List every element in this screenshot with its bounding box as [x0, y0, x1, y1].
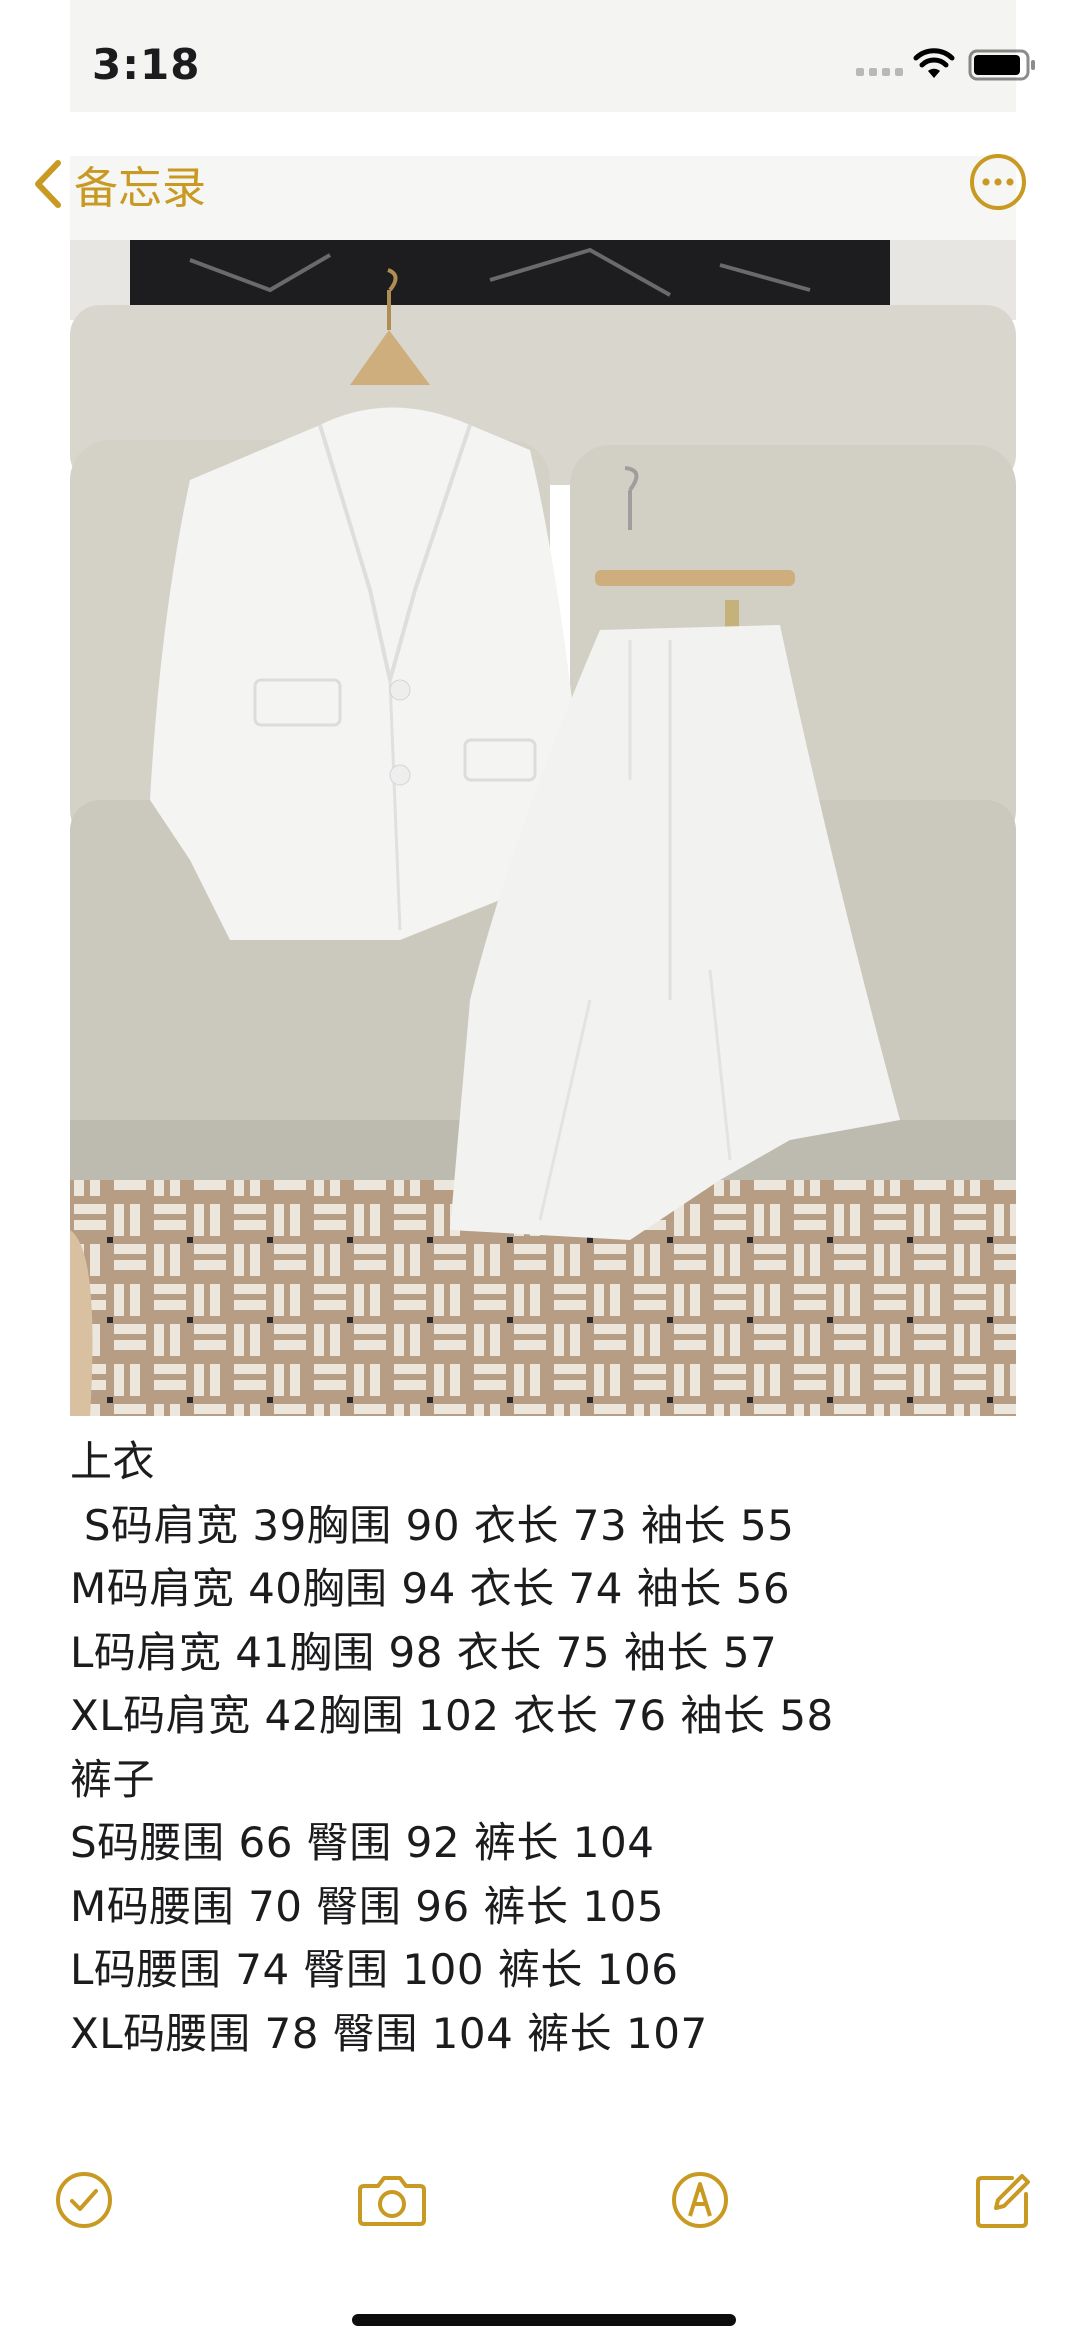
markup-pen-icon[interactable] — [670, 2170, 730, 2230]
note-body[interactable]: 上衣 S码肩宽 39胸围 90 衣长 73 袖长 55 M码肩宽 40胸围 94… — [70, 1430, 1016, 2065]
note-line-pants-size-l: L码腰围 74 臀围 100 裤长 106 — [70, 1945, 679, 1994]
status-bar: 3:18 — [0, 0, 1080, 130]
note-line-heading-pants: 裤子 — [70, 1754, 156, 1804]
status-time: 3:18 — [92, 40, 201, 89]
navigation-bar-background — [70, 156, 1016, 240]
note-line-top-size-m: M码肩宽 40胸围 94 衣长 74 袖长 56 — [70, 1564, 791, 1613]
bottom-toolbar — [0, 2160, 1080, 2250]
note-line-pants-size-s: S码腰围 66 臀围 92 裤长 104 — [70, 1818, 655, 1867]
note-line-top-size-l: L码肩宽 41胸围 98 衣长 75 袖长 57 — [70, 1627, 778, 1677]
battery-icon — [968, 49, 1035, 81]
note-line-top-size-xl: XL码肩宽 42胸围 102 衣长 76 袖长 58 — [70, 1691, 834, 1740]
status-bar-background — [70, 0, 1016, 112]
note-line-heading-top: 上衣 — [70, 1437, 156, 1486]
more-ellipsis-icon[interactable] — [968, 152, 1028, 212]
back-button[interactable]: 备忘录 — [30, 150, 206, 218]
home-indicator[interactable] — [352, 2314, 736, 2326]
note-line-top-size-s: S码肩宽 39胸围 90 衣长 73 袖长 55 — [70, 1500, 795, 1550]
back-button-label: 备忘录 — [74, 163, 206, 214]
note-photo[interactable] — [70, 240, 1016, 1416]
camera-icon[interactable] — [356, 2170, 428, 2230]
cellular-signal-icon — [856, 68, 903, 76]
checklist-icon[interactable] — [54, 2170, 114, 2230]
wifi-icon — [913, 48, 955, 78]
compose-icon[interactable] — [972, 2170, 1032, 2230]
note-line-pants-size-m: M码腰围 70 臀围 96 裤长 105 — [70, 1881, 665, 1931]
note-line-pants-size-xl: XL码腰围 78 臀围 104 裤长 107 — [70, 2008, 708, 2058]
chevron-left-icon — [35, 160, 61, 208]
